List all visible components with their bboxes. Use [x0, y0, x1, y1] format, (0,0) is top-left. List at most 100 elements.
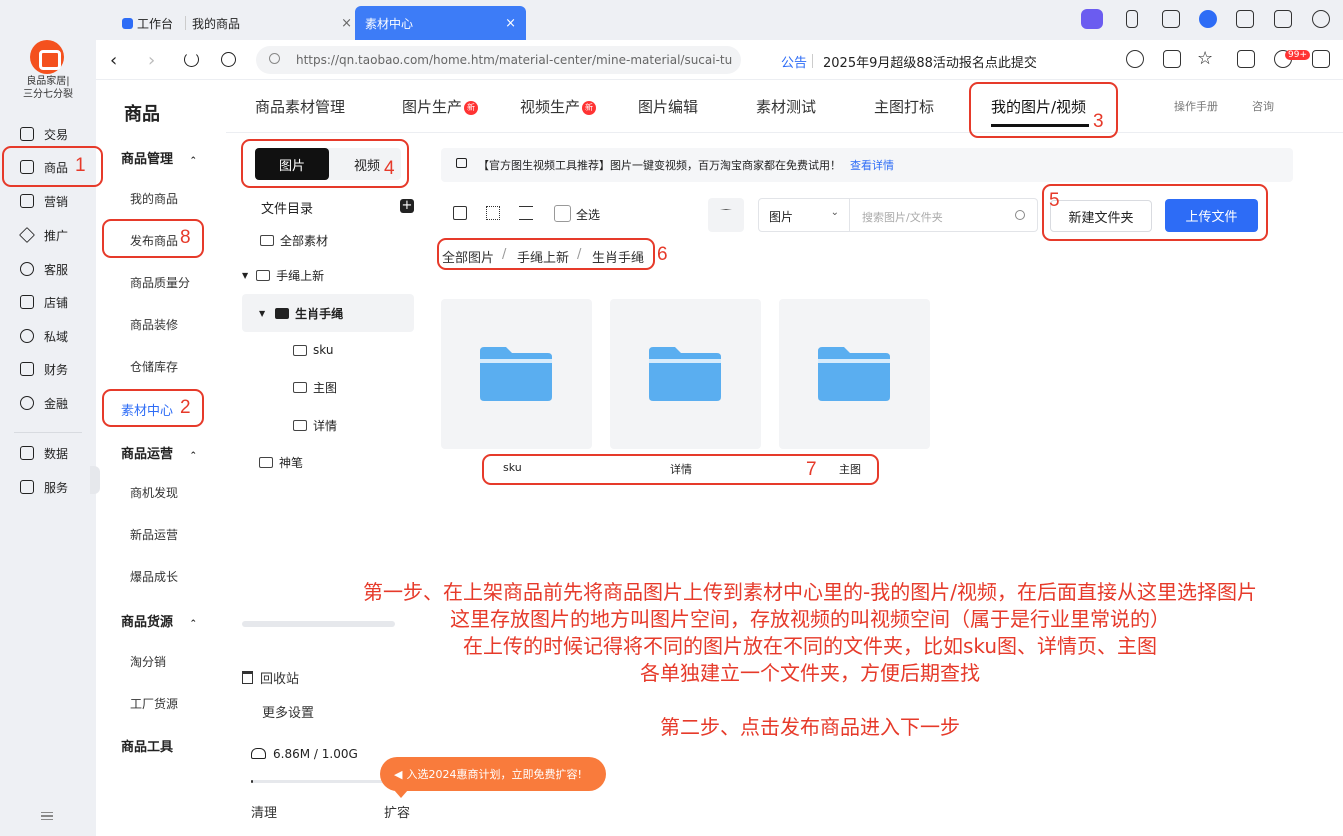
- type-select[interactable]: 图片 ⌄: [758, 198, 850, 232]
- tab-material-center[interactable]: 素材中心 ×: [355, 6, 526, 40]
- tree-item-folder[interactable]: sku: [293, 338, 333, 362]
- sidebar-group-manage[interactable]: 商品管理 ⌃: [121, 148, 197, 167]
- folder-card[interactable]: [441, 299, 592, 449]
- annotation-note: 这里存放图片的地方叫图片空间，存放视频的叫视频空间（属于是行业里常说的）: [450, 607, 1170, 631]
- storage-bar-fill: [251, 780, 253, 783]
- copy-icon[interactable]: [1163, 50, 1181, 68]
- tab-video-production[interactable]: 视频生产新: [520, 96, 597, 117]
- filter-button[interactable]: [708, 198, 744, 232]
- speed-icon[interactable]: [1126, 50, 1144, 68]
- close-icon[interactable]: ×: [341, 16, 352, 31]
- annotation-number: 4: [384, 158, 395, 179]
- tree-item-folder[interactable]: ▼ 手绳上新: [242, 263, 324, 287]
- notice-text[interactable]: 2025年9月超级88活动报名点此提交: [823, 52, 1037, 71]
- rail-item-finance[interactable]: 财务: [20, 358, 90, 380]
- tree-header: 文件目录: [261, 202, 314, 217]
- forward-icon[interactable]: ›: [148, 50, 155, 71]
- select-all-checkbox[interactable]: [554, 205, 571, 222]
- rail-item-service[interactable]: 客服: [20, 258, 90, 280]
- back-icon[interactable]: ‹: [110, 50, 117, 71]
- rail-item-store[interactable]: 店铺: [20, 291, 90, 313]
- sidebar-item-opportunity[interactable]: 商机发现: [130, 484, 178, 501]
- star-icon[interactable]: ☆: [1197, 48, 1213, 69]
- message-icon[interactable]: [1312, 50, 1330, 68]
- rail-item-data[interactable]: 数据: [20, 442, 90, 464]
- shirt-icon[interactable]: [1274, 10, 1292, 28]
- edit-icon[interactable]: [1236, 10, 1254, 28]
- tree-item-folder[interactable]: 神笔: [259, 450, 303, 474]
- search-input[interactable]: 搜索图片/文件夹: [850, 198, 1038, 232]
- chevron-down-icon: ⌄: [830, 207, 839, 218]
- send-icon: [19, 227, 35, 243]
- expand-link[interactable]: 扩容: [384, 802, 410, 821]
- close-icon[interactable]: ×: [505, 16, 516, 31]
- history-icon[interactable]: [221, 52, 236, 67]
- ai-assistant-icon[interactable]: [1081, 9, 1103, 29]
- folder-icon[interactable]: [1237, 50, 1255, 68]
- folder-card[interactable]: [610, 299, 761, 449]
- annotation-note: 在上传的时候记得将不同的图片放在不同的文件夹，比如sku图、详情页、主图: [462, 634, 1158, 658]
- bookmark-icon[interactable]: [1162, 10, 1180, 28]
- refresh-icon[interactable]: [184, 52, 199, 67]
- sidebar-item-decoration[interactable]: 商品装修: [130, 316, 178, 333]
- folder-card[interactable]: [779, 299, 930, 449]
- more-settings-link[interactable]: 更多设置: [262, 702, 314, 721]
- sidebar-collapse-handle[interactable]: [90, 466, 100, 494]
- tab-main-image-tag[interactable]: 主图打标: [874, 96, 934, 117]
- tree-item-folder[interactable]: 详情: [293, 413, 337, 437]
- promo-link[interactable]: 查看详情: [850, 157, 894, 173]
- sidebar-item-quality[interactable]: 商品质量分: [130, 274, 190, 291]
- tab-workbench[interactable]: 工作台: [122, 6, 173, 40]
- sidebar-item-inventory[interactable]: 仓储库存: [130, 358, 178, 375]
- recycle-bin-link[interactable]: 回收站: [242, 668, 299, 687]
- sidebar-group-source[interactable]: 商品货源 ⌃: [121, 611, 197, 630]
- search-icon: [1015, 210, 1025, 220]
- consult-link[interactable]: 咨询: [1252, 98, 1274, 114]
- sidebar-item-factory[interactable]: 工厂货源: [130, 695, 178, 712]
- folder-icon: [818, 347, 890, 401]
- annotation-note: 各单独建立一个文件夹，方便后期查找: [640, 661, 980, 685]
- chart-icon: [20, 446, 34, 460]
- sidebar-item-distribution[interactable]: 淘分销: [130, 653, 166, 670]
- tab-my-products[interactable]: 我的商品 ×: [192, 6, 352, 40]
- small-grid-icon[interactable]: [486, 206, 500, 220]
- account-icon[interactable]: [1199, 10, 1217, 28]
- clean-link[interactable]: 清理: [251, 802, 277, 821]
- tree-item-folder-selected[interactable]: ▼ 生肖手绳: [259, 301, 343, 325]
- sidebar-item-my-products[interactable]: 我的商品: [130, 190, 178, 207]
- tab-material-test[interactable]: 素材测试: [756, 96, 816, 117]
- manual-link[interactable]: 操作手册: [1174, 98, 1218, 114]
- sidebar-item-new-product[interactable]: 新品运营: [130, 526, 178, 543]
- select-all-label: 全选: [576, 208, 601, 222]
- shop-logo[interactable]: [30, 40, 64, 74]
- rail-item-trade[interactable]: 交易: [20, 123, 90, 145]
- rail-item-marketing[interactable]: 营销: [20, 190, 90, 212]
- annotation-note: 第一步、在上架商品前先将商品图片上传到素材中心里的-我的图片/视频，在后面直接从…: [363, 580, 1257, 604]
- rail-item-promotion[interactable]: 推广: [19, 224, 90, 246]
- tab-image-production[interactable]: 图片生产新: [402, 96, 479, 117]
- url-text[interactable]: https://qn.taobao.com/home.htm/material-…: [296, 53, 732, 67]
- sidebar-group-tools[interactable]: 商品工具: [121, 736, 173, 755]
- shop-name[interactable]: 良品家居| 三分七分裂: [6, 75, 90, 101]
- list-sort-icon[interactable]: [519, 206, 533, 220]
- add-folder-icon[interactable]: +: [400, 199, 414, 213]
- finance-icon: [20, 362, 34, 376]
- notice-label[interactable]: 公告: [781, 52, 807, 71]
- rail-item-private[interactable]: 私域: [20, 325, 90, 347]
- phone-icon[interactable]: [1126, 10, 1138, 28]
- tree-item-all[interactable]: 全部素材: [260, 228, 328, 252]
- annotation-box: [437, 238, 655, 270]
- notification-badge: 99+: [1285, 50, 1310, 60]
- tab-material-management[interactable]: 商品素材管理: [255, 96, 345, 117]
- large-grid-icon[interactable]: [453, 206, 467, 220]
- promo-text: 【官方图生视频工具推荐】图片一键变视频，百万淘宝商家都在免费试用！: [478, 159, 841, 172]
- settings-icon[interactable]: [1312, 10, 1330, 28]
- menu-icon[interactable]: [41, 812, 53, 820]
- rail-item-services[interactable]: 服务: [20, 476, 90, 498]
- sidebar-item-hot-product[interactable]: 爆品成长: [130, 568, 178, 585]
- rail-item-loan[interactable]: 金融: [20, 392, 90, 414]
- expand-promo-bubble[interactable]: ◀ 入选2024惠商计划，立即免费扩容!: [380, 757, 606, 798]
- tab-image-edit[interactable]: 图片编辑: [638, 96, 698, 117]
- tree-item-folder[interactable]: 主图: [293, 375, 337, 399]
- sidebar-group-operation[interactable]: 商品运营 ⌃: [121, 443, 197, 462]
